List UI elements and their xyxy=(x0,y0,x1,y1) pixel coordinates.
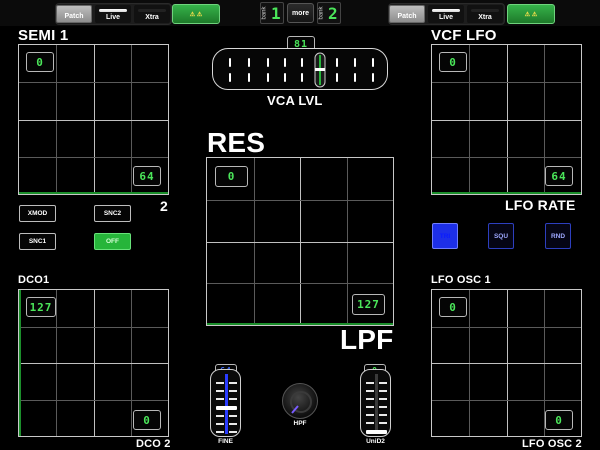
res-bottom-value: 127 xyxy=(352,294,385,315)
xmod-button[interactable]: XMOD xyxy=(19,205,56,222)
off-button[interactable]: OFF xyxy=(94,233,131,250)
left-warning-button[interactable]: ⚠ ⚠ xyxy=(172,4,220,24)
fine-label: FINE xyxy=(218,438,233,445)
left-xtra-tab[interactable]: Xtra xyxy=(134,5,170,23)
warning-icon: ⚠ ⚠ xyxy=(524,11,538,18)
bank-label: bank xyxy=(261,6,268,20)
vcf-lfo-top-value: 0 xyxy=(439,52,467,72)
unid2-slider[interactable] xyxy=(360,369,391,437)
semi-sub-label: 2 xyxy=(160,198,168,214)
dco-bottom-value: 0 xyxy=(133,410,161,430)
more-button[interactable]: more xyxy=(287,3,314,23)
knob-indicator-icon xyxy=(290,391,312,414)
bank-2-selector[interactable]: bank 2 xyxy=(317,2,341,24)
lfo-wave-squ-button[interactable]: SQU xyxy=(488,223,514,249)
right-xtra-tab[interactable]: Xtra xyxy=(467,5,503,23)
lfo-wave-tri-button[interactable]: TRI xyxy=(432,223,458,249)
semi-top-value: 0 xyxy=(26,52,54,72)
res-sub-label: LPF xyxy=(340,324,394,355)
vca-slider-ticks xyxy=(229,52,374,88)
lfo-osc-bottom-value: 0 xyxy=(545,410,573,430)
fine-slider-handle xyxy=(216,406,237,410)
lfo-osc-top-value: 0 xyxy=(439,297,467,317)
bank-number: 1 xyxy=(271,4,281,23)
warning-icon: ⚠ ⚠ xyxy=(189,11,203,18)
vcf-lfo-sub-label: LFO RATE xyxy=(505,197,576,213)
bank-label: bank xyxy=(318,6,325,20)
vca-title: VCA LVL xyxy=(267,93,323,108)
semi-title: SEMI 1 xyxy=(18,27,69,44)
vca-level-slider[interactable] xyxy=(212,48,388,90)
semi-bottom-value: 64 xyxy=(133,166,161,186)
res-top-value: 0 xyxy=(215,166,248,187)
right-patch-tab[interactable]: Patch xyxy=(389,5,425,23)
fine-slider-ticks xyxy=(216,374,237,434)
top-toolbar: Patch Live Xtra ⚠ ⚠ bank 1 more bank 2 P… xyxy=(0,0,600,26)
lfo-wave-rnd-button[interactable]: RND xyxy=(545,223,571,249)
dco-sub-label: DCO 2 xyxy=(136,438,171,450)
bank-1-selector[interactable]: bank 1 xyxy=(260,2,284,24)
hpf-knob[interactable] xyxy=(282,383,318,419)
unid2-slider-ticks xyxy=(366,374,387,434)
res-title: RES xyxy=(207,127,266,158)
bank-number: 2 xyxy=(328,4,338,23)
vcf-lfo-bottom-value: 64 xyxy=(545,166,573,186)
right-live-tab[interactable]: Live xyxy=(428,5,464,23)
lfo-osc-sub-label: LFO OSC 2 xyxy=(522,438,582,450)
right-warning-button[interactable]: ⚠ ⚠ xyxy=(507,4,555,24)
unid2-label: UniD2 xyxy=(366,438,385,445)
dco-title: DCO1 xyxy=(18,274,50,286)
left-live-tab[interactable]: Live xyxy=(95,5,131,23)
hpf-label: HPF xyxy=(293,420,307,427)
fine-slider[interactable] xyxy=(210,369,241,437)
left-patch-tab[interactable]: Patch xyxy=(56,5,92,23)
unid2-slider-handle xyxy=(366,430,387,434)
vcf-lfo-title: VCF LFO xyxy=(431,27,497,44)
snc2-button[interactable]: SNC2 xyxy=(94,205,131,222)
snc1-button[interactable]: SNC1 xyxy=(19,233,56,250)
lfo-osc-title: LFO OSC 1 xyxy=(431,274,491,286)
dco-top-value: 127 xyxy=(26,297,56,317)
